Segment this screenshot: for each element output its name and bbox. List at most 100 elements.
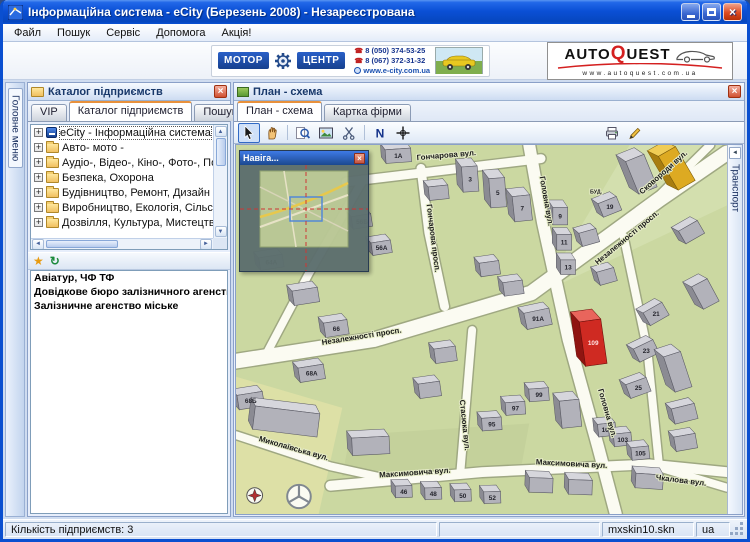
company-list-item[interactable]: Залізничне агенство міське [31, 299, 227, 313]
minimize-button[interactable] [681, 3, 700, 21]
expander-icon[interactable]: + [34, 128, 43, 137]
catalog-tab-1[interactable]: VIP [31, 104, 67, 121]
titlebar[interactable]: Інформаційна система - eCity (Березень 2… [3, 0, 747, 24]
map-tab-1[interactable]: План - схема [237, 101, 322, 121]
building-number: 99 [536, 392, 544, 399]
tree-item[interactable]: + eCity - Інформаційна система [31, 125, 213, 140]
tree-item[interactable]: + Виробництво, Екологія, Сільське господа… [31, 200, 227, 215]
main-menu-tab[interactable]: Головне меню [7, 88, 23, 169]
collapse-arrow-button[interactable]: ◄ [729, 147, 741, 159]
catalog-panel: Каталог підприємств × VIP Каталог підприє… [27, 82, 246, 517]
navigator-window[interactable]: Навіга... × [239, 150, 369, 272]
scroll-right-arrow[interactable]: ► [200, 238, 212, 249]
motor-site-url: www.e-city.com.ua [363, 66, 431, 75]
tree-item[interactable]: + Будівництво, Ремонт, Дизайн [31, 185, 213, 200]
center-tool-button[interactable] [392, 123, 414, 143]
tree-item[interactable]: + Безпека, Охорона [31, 170, 213, 185]
navigator-minimap[interactable] [240, 165, 368, 271]
menu-item-1[interactable]: Файл [6, 26, 49, 40]
catalog-icon [31, 86, 44, 97]
globe-icon [354, 67, 362, 74]
refresh-icon[interactable]: ↻ [50, 255, 60, 267]
company-list-item[interactable]: Довідкове бюро залізничного агенства [31, 285, 227, 299]
menu-item-2[interactable]: Пошук [49, 26, 98, 40]
company-list: Авіатур, ЧФ ТФ Довідкове бюро залізничног… [30, 270, 228, 514]
building-number: 19 [606, 204, 614, 211]
scroll-up-arrow[interactable]: ▲ [214, 126, 227, 137]
north-tool-button[interactable]: N [369, 123, 391, 143]
company-list-item[interactable]: Авіатур, ЧФ ТФ [31, 271, 227, 285]
map-close-button[interactable]: × [728, 85, 741, 98]
motor-contacts: ☎ 8 (050) 374-53-25 ☎ 8 (067) 372-31-32 … [354, 46, 430, 75]
map-panel-title: План - схема [253, 85, 323, 98]
tree-item[interactable]: + Дозвілля, Культура, Мистецтво, Релігія [31, 215, 227, 230]
photo-tool-button[interactable] [315, 123, 337, 143]
close-button[interactable]: × [723, 3, 742, 21]
cut-tool-button[interactable] [338, 123, 360, 143]
tree-item[interactable]: + Авто- мото - [31, 140, 213, 155]
tree-item-label: Дозвілля, Культура, Мистецтво, Релігія [62, 216, 227, 229]
autoquest-banner[interactable]: AUTOQUEST www.autoquest.com.ua [547, 41, 733, 80]
menu-item-4[interactable]: Допомога [148, 26, 213, 40]
building-number: 95 [488, 421, 496, 428]
map-building [563, 471, 593, 496]
map-tabs: План - схема Картка фірми [234, 101, 744, 122]
navigator-close-button[interactable]: × [354, 152, 365, 164]
tree-vertical-scrollbar[interactable]: ▲ ▼ [213, 125, 227, 238]
map-tab-2[interactable]: Картка фірми [323, 104, 411, 121]
scrollbar-corner [213, 238, 227, 249]
building-number: 11 [561, 240, 568, 247]
print-tool-button[interactable] [601, 123, 623, 143]
expander-icon[interactable]: + [34, 188, 43, 197]
expander-icon[interactable]: + [34, 218, 43, 227]
toolbar-separator [287, 125, 288, 140]
motor-center-banner[interactable]: МОТОР ЦЕНТР ☎ 8 (050) 374-53-25 ☎ 8 (067… [211, 44, 491, 77]
building-number: 68Б [245, 398, 257, 405]
expander-icon[interactable]: + [34, 158, 43, 167]
phone-icon: ☎ [354, 58, 364, 65]
menu-item-3[interactable]: Сервіс [98, 26, 148, 40]
transport-tab[interactable]: Транспорт [730, 164, 741, 212]
building-number: 109 [588, 340, 599, 347]
building-number: 9 [558, 213, 562, 220]
scroll-left-arrow[interactable]: ◄ [32, 238, 44, 249]
toolbar-separator [364, 125, 365, 140]
tree-item-label: Виробництво, Екологія, Сільське господар [62, 201, 228, 214]
maximize-icon [707, 8, 716, 16]
app-node-icon [46, 127, 57, 138]
map-panel: План - схема × План - схема Картка фірми … [233, 82, 745, 517]
maximize-button[interactable] [702, 3, 721, 21]
tree-item-label: Авто- мото - [62, 141, 124, 154]
building-number: 68А [306, 371, 318, 378]
scroll-down-arrow[interactable]: ▼ [214, 226, 227, 237]
folder-icon [46, 200, 59, 213]
building-number: 48 [430, 491, 438, 498]
tree-item[interactable]: + Аудіо-, Відео-, Кіно-, Фото-, Побутова … [31, 155, 227, 170]
expander-icon[interactable]: + [34, 203, 43, 212]
select-tool-button[interactable] [238, 122, 260, 143]
resize-grip[interactable] [732, 522, 745, 537]
catalog-close-button[interactable]: × [214, 85, 227, 98]
folder-icon [46, 185, 59, 198]
tree-item-label: eCity - Інформаційна система [59, 125, 212, 140]
svg-text:N: N [376, 126, 385, 140]
expander-icon[interactable]: + [34, 173, 43, 182]
menu-item-5[interactable]: Акція! [214, 26, 260, 40]
catalog-tab-2[interactable]: Каталог підприємств [68, 101, 193, 121]
favorites-icon[interactable]: ★ [33, 255, 44, 267]
expander-icon[interactable]: + [34, 143, 43, 152]
zoom-tool-button[interactable] [292, 123, 314, 143]
pan-tool-button[interactable] [261, 123, 283, 143]
motor-car-photo [435, 47, 484, 74]
tree-item-label: Будівництво, Ремонт, Дизайн [62, 186, 210, 199]
building-number: 1А [394, 153, 403, 160]
tree-rows: + eCity - Інформаційна система + Авто- мото… [31, 125, 227, 230]
vertical-scroll-thumb[interactable] [215, 138, 226, 166]
navigator-titlebar[interactable]: Навіга... × [240, 151, 368, 165]
tree-horizontal-scrollbar[interactable]: ◄ ► [31, 238, 213, 249]
map-area[interactable]: 1А35756Б56А64А6668А68Б911131991А10921232… [235, 144, 743, 515]
horizontal-scroll-thumb[interactable] [46, 240, 118, 248]
edit-tool-button[interactable] [624, 123, 646, 143]
folder-icon [46, 215, 59, 228]
window-title: Інформаційна система - eCity (Березень 2… [28, 5, 415, 19]
